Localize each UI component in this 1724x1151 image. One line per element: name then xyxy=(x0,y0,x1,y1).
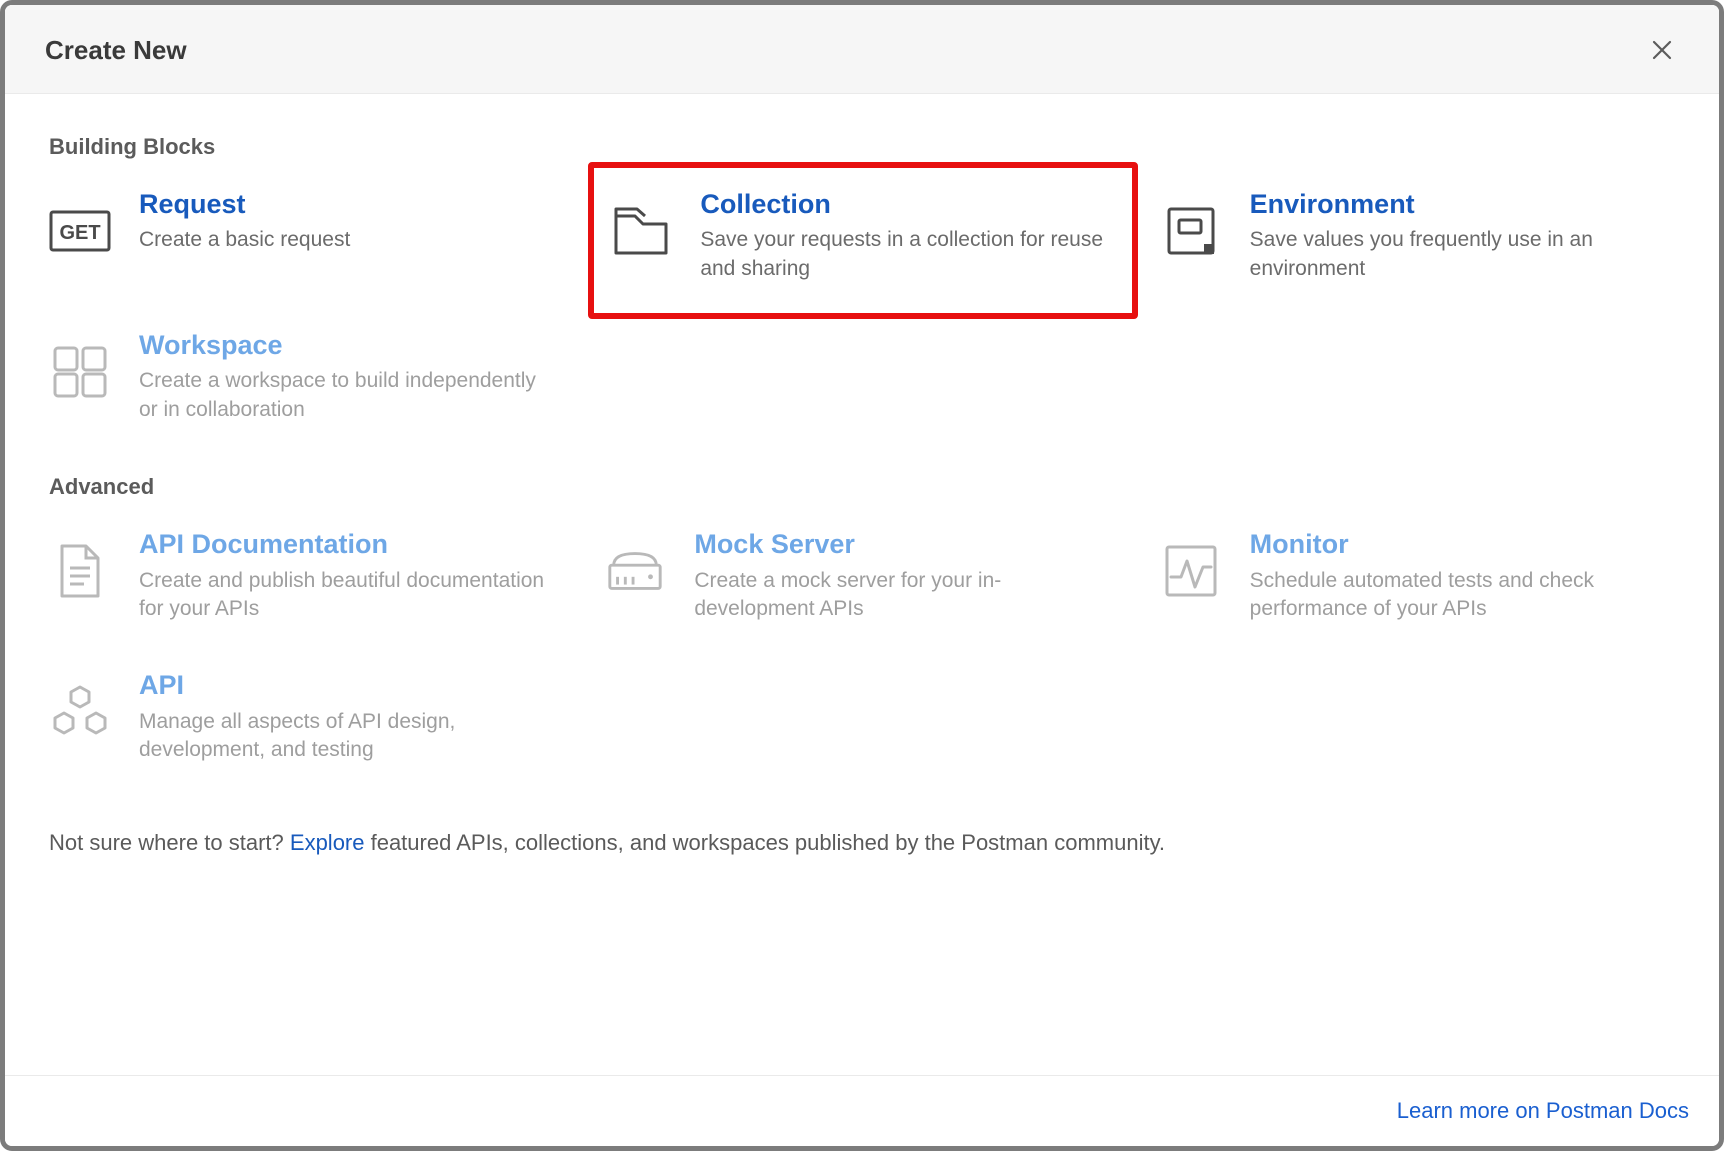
tile-monitor[interactable]: Monitor Schedule automated tests and che… xyxy=(1160,522,1675,629)
tile-desc: Manage all aspects of API design, develo… xyxy=(139,708,554,765)
tile-title: Collection xyxy=(700,188,1113,220)
tile-text: Workspace Create a workspace to build in… xyxy=(139,329,554,424)
tile-desc: Save your requests in a collection for r… xyxy=(700,226,1113,283)
api-icon xyxy=(49,681,111,743)
building-blocks-grid: GET Request Create a basic request xyxy=(49,182,1675,430)
tile-text: API Documentation Create and publish bea… xyxy=(139,528,554,623)
monitor-icon xyxy=(1160,540,1222,602)
section-heading-advanced: Advanced xyxy=(49,474,1675,500)
tile-collection[interactable]: Collection Save your requests in a colle… xyxy=(588,162,1137,319)
tile-workspace[interactable]: Workspace Create a workspace to build in… xyxy=(49,323,564,430)
modal-title: Create New xyxy=(45,35,187,66)
tile-text: Collection Save your requests in a colle… xyxy=(700,188,1113,283)
environment-icon xyxy=(1160,200,1222,262)
section-heading-building-blocks: Building Blocks xyxy=(49,134,1675,160)
modal-content: Building Blocks GET Request Create a bas… xyxy=(5,94,1719,1075)
tile-desc: Schedule automated tests and check perfo… xyxy=(1250,567,1665,624)
tile-text: Request Create a basic request xyxy=(139,188,350,255)
explore-hint-post: featured APIs, collections, and workspac… xyxy=(364,830,1165,855)
close-icon xyxy=(1651,39,1673,61)
tile-title: Environment xyxy=(1250,188,1665,220)
tile-desc: Save values you frequently use in an env… xyxy=(1250,226,1665,283)
tile-text: Monitor Schedule automated tests and che… xyxy=(1250,528,1665,623)
tile-desc: Create and publish beautiful documentati… xyxy=(139,567,554,624)
tile-text: API Manage all aspects of API design, de… xyxy=(139,669,554,764)
modal-header: Create New xyxy=(5,5,1719,94)
get-request-icon: GET xyxy=(49,200,111,262)
workspace-icon xyxy=(49,341,111,403)
folder-icon xyxy=(610,200,672,262)
modal-footer: Learn more on Postman Docs xyxy=(5,1075,1719,1146)
tile-api-documentation[interactable]: API Documentation Create and publish bea… xyxy=(49,522,564,629)
tile-text: Environment Save values you frequently u… xyxy=(1250,188,1665,283)
svg-text:GET: GET xyxy=(59,222,100,244)
tile-title: Request xyxy=(139,188,350,220)
explore-link[interactable]: Explore xyxy=(290,830,365,855)
server-icon xyxy=(604,540,666,602)
tile-mock-server[interactable]: Mock Server Create a mock server for you… xyxy=(604,522,1119,629)
tile-desc: Create a basic request xyxy=(139,226,350,254)
tile-text: Mock Server Create a mock server for you… xyxy=(694,528,1109,623)
advanced-grid: API Documentation Create and publish bea… xyxy=(49,522,1675,770)
tile-title: Mock Server xyxy=(694,528,1109,560)
tile-title: Workspace xyxy=(139,329,554,361)
tile-desc: Create a workspace to build independentl… xyxy=(139,367,554,424)
explore-hint-pre: Not sure where to start? xyxy=(49,830,290,855)
tile-api[interactable]: API Manage all aspects of API design, de… xyxy=(49,663,564,770)
close-button[interactable] xyxy=(1645,33,1679,67)
explore-hint: Not sure where to start? Explore feature… xyxy=(49,830,1675,856)
tile-title: API Documentation xyxy=(139,528,554,560)
tile-title: Monitor xyxy=(1250,528,1665,560)
create-new-modal: Create New Building Blocks xyxy=(0,0,1724,1151)
tile-request[interactable]: GET Request Create a basic request xyxy=(49,182,564,268)
modal-surface: Create New Building Blocks xyxy=(5,5,1719,1146)
tile-environment[interactable]: Environment Save values you frequently u… xyxy=(1160,182,1675,289)
document-icon xyxy=(49,540,111,602)
tile-desc: Create a mock server for your in-develop… xyxy=(694,567,1109,624)
docs-link[interactable]: Learn more on Postman Docs xyxy=(1397,1098,1689,1124)
tile-title: API xyxy=(139,669,554,701)
